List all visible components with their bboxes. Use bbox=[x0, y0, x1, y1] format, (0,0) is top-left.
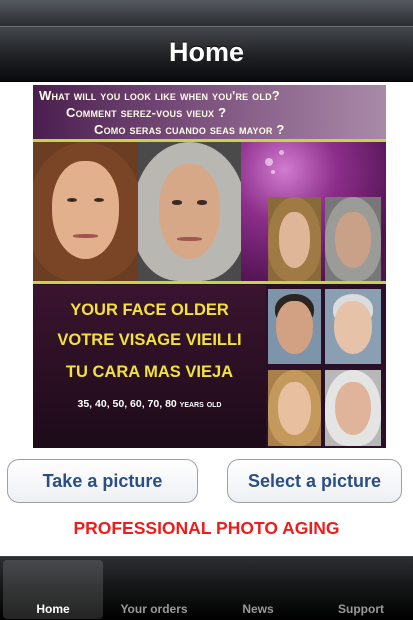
young-face-photo bbox=[33, 142, 138, 281]
thumbnail-aged-1 bbox=[325, 197, 381, 281]
aged-face-photo bbox=[138, 142, 241, 281]
tab-home[interactable]: Home bbox=[3, 560, 103, 619]
thumbnail-aged-2 bbox=[325, 289, 381, 364]
status-bar bbox=[0, 0, 413, 26]
thumbnail-aged-3 bbox=[325, 370, 381, 446]
slogan-spanish: TU CARA MAS VIEJA bbox=[65, 363, 234, 381]
tab-support[interactable]: Support bbox=[311, 560, 411, 619]
question-spanish: Como seras cuando seas mayor ? bbox=[94, 122, 285, 137]
thumbnail-young-3 bbox=[268, 370, 321, 446]
banner-header: What will you look like when you're old?… bbox=[33, 85, 386, 139]
select-picture-button[interactable]: Select a picture bbox=[227, 459, 402, 503]
tab-support-label: Support bbox=[338, 602, 384, 616]
slogan-french: VOTRE VISAGE VIEILLI bbox=[57, 331, 242, 349]
tab-your-orders-label: Your orders bbox=[120, 602, 188, 616]
navigation-bar: Home bbox=[0, 26, 413, 82]
slogan-panel: YOUR FACE OLDER VOTRE VISAGE VIEILLI TU … bbox=[33, 285, 266, 448]
tab-your-orders[interactable]: Your orders bbox=[104, 560, 204, 619]
take-picture-button[interactable]: Take a picture bbox=[7, 459, 198, 503]
question-french: Comment serez-vous vieux ? bbox=[66, 105, 227, 120]
divider-line-lower bbox=[33, 281, 386, 284]
slogan-english: YOUR FACE OLDER bbox=[70, 301, 229, 319]
tagline: PROFESSIONAL PHOTO AGING bbox=[73, 518, 340, 538]
question-english: What will you look like when you're old? bbox=[39, 88, 280, 103]
tab-news-label: News bbox=[242, 602, 274, 616]
thumbnail-young-1 bbox=[268, 197, 321, 281]
tab-news[interactable]: News bbox=[208, 560, 308, 619]
tab-home-label: Home bbox=[36, 602, 70, 616]
page-title: Home bbox=[168, 37, 244, 67]
tab-bar: Home Your orders News Support bbox=[0, 556, 413, 620]
ages-label: 35, 40, 50, 60, 70, 80 years old bbox=[77, 398, 222, 410]
thumbnail-young-2 bbox=[268, 289, 321, 364]
promo-banner: What will you look like when you're old?… bbox=[33, 85, 386, 448]
